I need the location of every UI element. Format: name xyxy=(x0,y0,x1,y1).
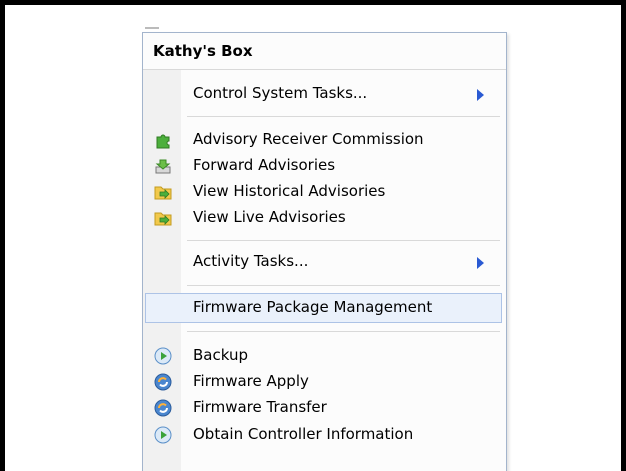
folder-arrow-icon xyxy=(154,209,172,227)
menu-item-label: Obtain Controller Information xyxy=(193,425,414,443)
menu-separator xyxy=(143,69,506,70)
refresh-gear-icon xyxy=(154,399,172,417)
menu-item-label: Firmware Package Management xyxy=(193,298,433,316)
menu-item-activity-tasks[interactable]: Activity Tasks... xyxy=(145,247,502,277)
play-circle-icon xyxy=(154,347,172,365)
menu-item-label: Control System Tasks... xyxy=(193,84,368,102)
menu-item-firmware-package-management[interactable]: Firmware Package Management xyxy=(145,293,502,323)
refresh-gear-icon xyxy=(154,373,172,391)
menu-separator xyxy=(187,285,500,286)
menu-item-obtain-controller-information[interactable]: Obtain Controller Information xyxy=(145,420,502,450)
menu-separator xyxy=(187,240,500,241)
context-menu: Kathy's Box Control System Tasks... Advi… xyxy=(142,32,507,471)
menu-item-label: Firmware Transfer xyxy=(193,398,327,416)
menu-item-label: View Live Advisories xyxy=(193,208,346,226)
screenshot-frame: Kathy's Box Control System Tasks... Advi… xyxy=(0,0,626,471)
green-puzzle-icon xyxy=(154,131,172,149)
menu-item-firmware-transfer[interactable]: Firmware Transfer xyxy=(145,393,502,423)
menu-item-label: Forward Advisories xyxy=(193,156,336,174)
menu-title: Kathy's Box xyxy=(153,42,253,60)
menu-item-label: Advisory Receiver Commission xyxy=(193,130,424,148)
menu-item-label: Backup xyxy=(193,346,248,364)
menu-item-label: Firmware Apply xyxy=(193,372,309,390)
menu-item-label: View Historical Advisories xyxy=(193,182,386,200)
folder-arrow-icon xyxy=(154,183,172,201)
menu-separator xyxy=(187,331,500,332)
menu-item-view-live-advisories[interactable]: View Live Advisories xyxy=(145,203,502,233)
menu-separator xyxy=(187,116,500,117)
submenu-arrow-icon xyxy=(477,257,484,269)
menu-item-control-system-tasks[interactable]: Control System Tasks... xyxy=(145,79,502,109)
submenu-arrow-icon xyxy=(477,89,484,101)
inbox-tray-icon xyxy=(154,157,172,175)
menu-item-label: Activity Tasks... xyxy=(193,252,309,270)
play-circle-icon xyxy=(154,426,172,444)
